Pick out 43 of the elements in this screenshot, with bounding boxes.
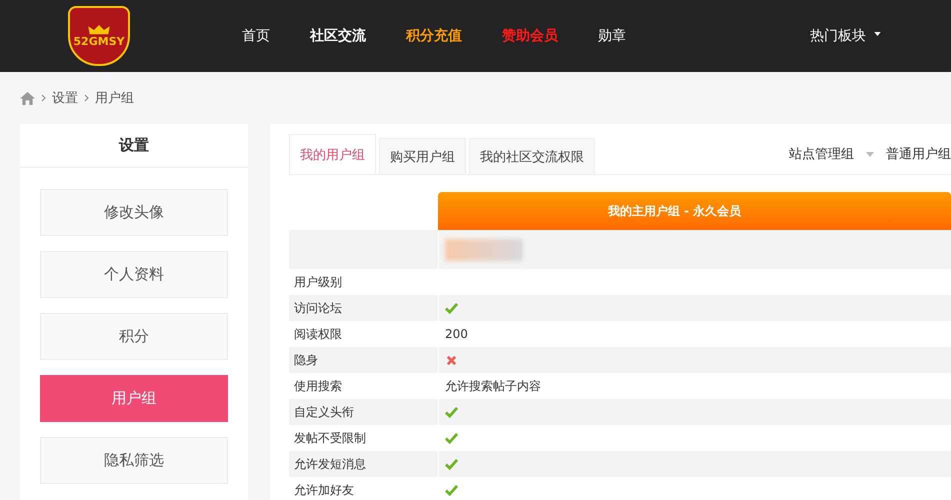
cross-icon	[445, 354, 458, 366]
check-icon	[445, 458, 458, 470]
check-icon	[445, 484, 458, 496]
breadcrumb-link[interactable]: 用户组	[95, 89, 134, 107]
crown-icon	[88, 24, 110, 34]
check-icon	[445, 406, 458, 418]
group-filter-link[interactable]: 站点管理组	[789, 145, 854, 163]
sidebar-item[interactable]: 隐私筛选	[40, 437, 228, 484]
permission-label: 阅读权限	[294, 326, 342, 342]
site-logo[interactable]: 52GMSY	[68, 6, 130, 66]
check-icon	[445, 432, 458, 444]
hot-boards-menu[interactable]: 热门板块	[810, 27, 866, 45]
sidebar-item[interactable]: 个人资料	[40, 251, 228, 298]
sidebar-item[interactable]: 积分	[40, 313, 228, 360]
permission-label: 用户级别	[294, 274, 342, 290]
group-header-title: 我的主用户组 - 永久会员	[608, 202, 742, 220]
permission-label: 允许发短消息	[294, 456, 366, 472]
permission-label: 自定义头衔	[294, 404, 354, 420]
chevron-icon	[41, 94, 46, 102]
caret-icon[interactable]	[874, 32, 881, 36]
sidebar-item[interactable]: 修改头像	[40, 189, 228, 236]
nav-link[interactable]: 赞助会员	[502, 27, 558, 45]
home-icon[interactable]	[20, 92, 35, 104]
tab[interactable]: 我的用户组	[289, 134, 376, 174]
group-filter-link[interactable]: 普通用户组	[886, 145, 951, 163]
permission-value: 200	[445, 327, 468, 341]
chevron-icon	[84, 94, 89, 102]
tab[interactable]: 我的社区交流权限	[469, 138, 595, 174]
permission-label: 访问论坛	[294, 300, 342, 316]
permission-label: 发帖不受限制	[294, 430, 366, 446]
nav-link[interactable]: 积分充值	[406, 27, 462, 45]
sidebar-title: 设置	[20, 124, 248, 168]
permission-value: 允许搜索帖子内容	[445, 378, 541, 394]
tab[interactable]: 购买用户组	[379, 138, 466, 174]
sidebar-item[interactable]: 用户组	[40, 375, 228, 422]
permission-label: 允许加好友	[294, 482, 354, 498]
permission-label: 使用搜索	[294, 378, 342, 394]
nav-link[interactable]: 勋章	[598, 27, 626, 45]
check-icon	[445, 302, 458, 314]
nav-link[interactable]: 首页	[242, 27, 270, 45]
nav-link[interactable]: 社区交流	[310, 27, 366, 45]
breadcrumb-link[interactable]: 设置	[52, 89, 78, 107]
permission-label: 隐身	[294, 352, 318, 368]
